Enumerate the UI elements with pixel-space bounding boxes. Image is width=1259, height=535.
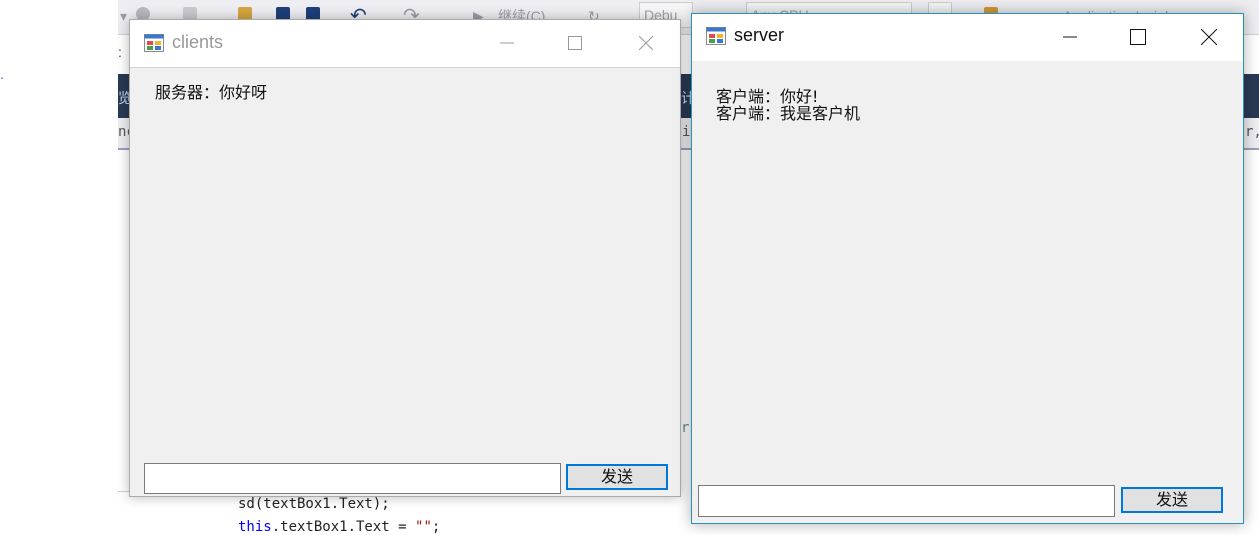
code-line: this.textBox1.Text = ""; (238, 519, 441, 535)
clients-window[interactable]: clients 服务器：你好呀 发送 (129, 19, 681, 497)
minimize-button[interactable] (1047, 14, 1093, 60)
message-display: 服务器：你好呀 (155, 84, 267, 101)
server-window[interactable]: server 客户端：你好! 客户端：我是客户机 发送 (691, 13, 1244, 524)
close-button[interactable] (1186, 14, 1232, 60)
clients-titlebar[interactable]: clients (130, 20, 680, 68)
dropdown-arrow-icon[interactable]: ▾ (120, 5, 127, 27)
form-app-icon (144, 34, 164, 52)
message-input[interactable] (144, 463, 561, 494)
minimize-icon (500, 42, 514, 44)
server-titlebar[interactable]: server (692, 14, 1243, 61)
form-app-icon (706, 27, 726, 45)
maximize-button[interactable] (1115, 14, 1161, 60)
message-line: 服务器：你好呀 (155, 83, 268, 102)
close-button[interactable] (623, 20, 669, 66)
code-line: sd(textBox1.Text); (238, 496, 390, 512)
maximize-icon (568, 36, 582, 50)
minimize-icon (1063, 36, 1077, 38)
ide-left-fragment: . (0, 66, 4, 82)
maximize-icon (1130, 29, 1146, 45)
close-icon (639, 36, 653, 50)
minimize-button[interactable] (484, 20, 530, 66)
close-icon (1201, 29, 1217, 45)
send-button[interactable]: 发送 (566, 464, 668, 490)
message-display: 客户端：你好! 客户端：我是客户机 (716, 88, 860, 122)
message-line: 客户端：我是客户机 (716, 104, 861, 123)
ide-left-fragment: : (118, 44, 122, 60)
message-line: 客户端：你好! (716, 87, 819, 106)
maximize-button[interactable] (552, 20, 598, 66)
message-input[interactable] (698, 485, 1115, 517)
window-title: server (734, 25, 785, 45)
window-title: clients (172, 32, 224, 52)
send-button[interactable]: 发送 (1121, 487, 1223, 513)
ide-side-fragment: r, (1245, 124, 1259, 140)
